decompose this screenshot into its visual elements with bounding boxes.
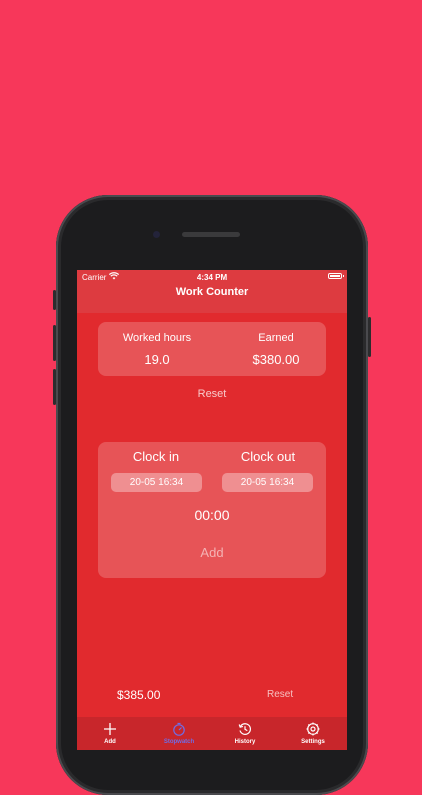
- plus-icon: [104, 723, 116, 735]
- tab-label: Settings: [301, 739, 325, 745]
- tab-add[interactable]: Add: [80, 717, 140, 750]
- volume-up-button: [53, 325, 56, 361]
- battery-icon: [328, 273, 344, 279]
- tab-history[interactable]: History: [215, 717, 275, 750]
- duration-display: 00:00: [194, 507, 230, 523]
- tab-stopwatch[interactable]: Stopwatch: [149, 717, 209, 750]
- status-bar: Carrier 4:34 PM: [77, 270, 347, 284]
- earned-label: Earned: [258, 332, 294, 344]
- volume-down-button: [53, 369, 56, 405]
- status-time: 4:34 PM: [196, 273, 228, 282]
- clock-in-label: Clock in: [132, 449, 180, 464]
- gear-icon: [306, 722, 320, 736]
- tab-settings[interactable]: Settings: [283, 717, 343, 750]
- add-entry-button[interactable]: Add: [98, 545, 326, 560]
- tab-label: Stopwatch: [163, 739, 195, 745]
- earned-value: $380.00: [252, 352, 300, 367]
- mute-switch: [53, 290, 56, 310]
- history-icon: [238, 723, 251, 735]
- stopwatch-icon: [173, 722, 185, 736]
- tab-label: Add: [104, 739, 116, 745]
- page-title: Work Counter: [175, 286, 249, 298]
- phone-frame: Carrier 4:34 PM Work Counter Worked hour…: [53, 195, 371, 795]
- summary-card: Worked hours 19.0 Earned $380.00: [98, 322, 326, 376]
- summary-reset-button[interactable]: Reset: [77, 388, 347, 400]
- earpiece-speaker: [182, 232, 240, 237]
- clock-in-date-picker[interactable]: 20-05 16:34: [111, 473, 202, 492]
- clock-card: Clock in Clock out 20-05 16:34 20-05 16:…: [98, 442, 326, 578]
- front-camera: [153, 231, 160, 238]
- clock-out-date-picker[interactable]: 20-05 16:34: [222, 473, 313, 492]
- power-button: [368, 317, 371, 357]
- tab-label: History: [234, 739, 256, 745]
- clock-out-label: Clock out: [240, 449, 296, 464]
- worked-hours-label: Worked hours: [122, 332, 192, 344]
- total-reset-button[interactable]: Reset: [267, 689, 293, 700]
- worked-hours-value: 19.0: [144, 352, 170, 367]
- app-screen: Carrier 4:34 PM Work Counter Worked hour…: [77, 270, 347, 750]
- navigation-bar: Carrier 4:34 PM Work Counter: [77, 270, 347, 313]
- total-amount: $385.00: [117, 688, 161, 702]
- tab-bar: Add Stopwatch History Settings: [77, 717, 347, 750]
